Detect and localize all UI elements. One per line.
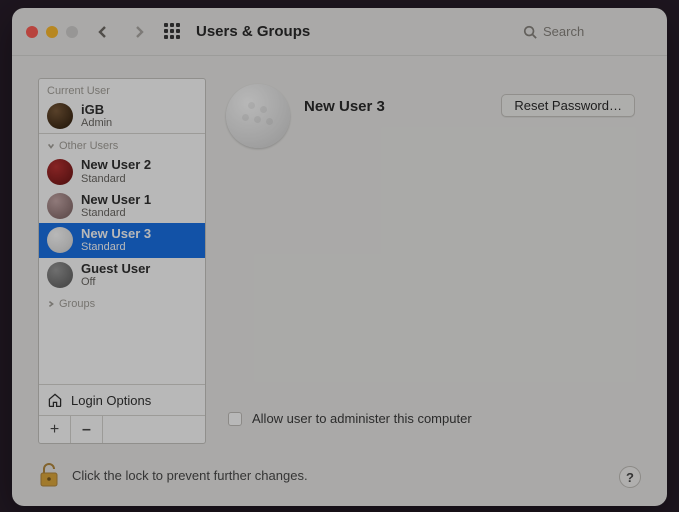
user-name: New User 2 (81, 158, 151, 172)
user-role: Admin (81, 117, 112, 129)
avatar (47, 103, 73, 129)
sidebar-item-current-user[interactable]: iGB Admin (39, 99, 205, 133)
home-icon (47, 392, 63, 408)
user-role: Off (81, 276, 150, 288)
user-avatar-large[interactable] (226, 84, 290, 148)
login-options[interactable]: Login Options (39, 384, 205, 415)
help-button[interactable]: ? (619, 466, 641, 488)
avatar (47, 193, 73, 219)
add-remove-bar: + – (39, 415, 205, 443)
toolbar: Users & Groups Search (12, 8, 667, 56)
add-user-button[interactable]: + (39, 416, 71, 443)
pane-title: Users & Groups (196, 23, 310, 40)
user-name: New User 1 (81, 193, 151, 207)
user-role: Standard (81, 173, 151, 185)
forward-button[interactable] (128, 21, 150, 43)
close-window-button[interactable] (26, 26, 38, 38)
section-groups[interactable]: Groups (39, 292, 205, 312)
section-other-users[interactable]: Other Users (39, 134, 205, 154)
avatar (47, 262, 73, 288)
avatar (47, 159, 73, 185)
back-button[interactable] (92, 21, 114, 43)
user-full-name: New User 3 (304, 98, 487, 115)
avatar (47, 227, 73, 253)
lock-hint-text: Click the lock to prevent further change… (72, 468, 308, 483)
system-preferences-window: Users & Groups Search Current User iGB A… (12, 8, 667, 506)
search-field[interactable]: Search (523, 24, 653, 39)
sidebar-item-user[interactable]: New User 1 Standard (39, 189, 205, 223)
user-name: Guest User (81, 262, 150, 276)
section-current-user: Current User (39, 79, 205, 99)
unlocked-lock-icon (38, 462, 60, 488)
chevron-down-icon (47, 142, 55, 150)
search-icon (523, 25, 537, 39)
content-body: Current User iGB Admin Other Users New U… (12, 56, 667, 458)
minimize-window-button[interactable] (46, 26, 58, 38)
show-all-icon[interactable] (164, 23, 182, 41)
sidebar-item-guest-user[interactable]: Guest User Off (39, 258, 205, 292)
footer: Click the lock to prevent further change… (12, 458, 667, 506)
remove-user-button[interactable]: – (71, 416, 103, 443)
user-list-sidebar: Current User iGB Admin Other Users New U… (38, 78, 206, 444)
reset-password-button[interactable]: Reset Password… (501, 94, 635, 117)
search-placeholder: Search (543, 24, 584, 39)
allow-admin-row[interactable]: Allow user to administer this computer (220, 405, 641, 444)
sidebar-item-user-selected[interactable]: New User 3 Standard (39, 223, 205, 257)
user-role: Standard (81, 207, 151, 219)
window-controls (26, 26, 78, 38)
user-name: New User 3 (81, 227, 151, 241)
allow-admin-label: Allow user to administer this computer (252, 411, 472, 426)
user-detail-pane: New User 3 Reset Password… Allow user to… (220, 78, 641, 444)
user-role: Standard (81, 241, 151, 253)
user-name: iGB (81, 103, 112, 117)
allow-admin-checkbox[interactable] (228, 412, 242, 426)
sidebar-item-user[interactable]: New User 2 Standard (39, 154, 205, 188)
chevron-right-icon (47, 300, 55, 308)
zoom-window-button[interactable] (66, 26, 78, 38)
lock-button[interactable] (38, 462, 60, 488)
